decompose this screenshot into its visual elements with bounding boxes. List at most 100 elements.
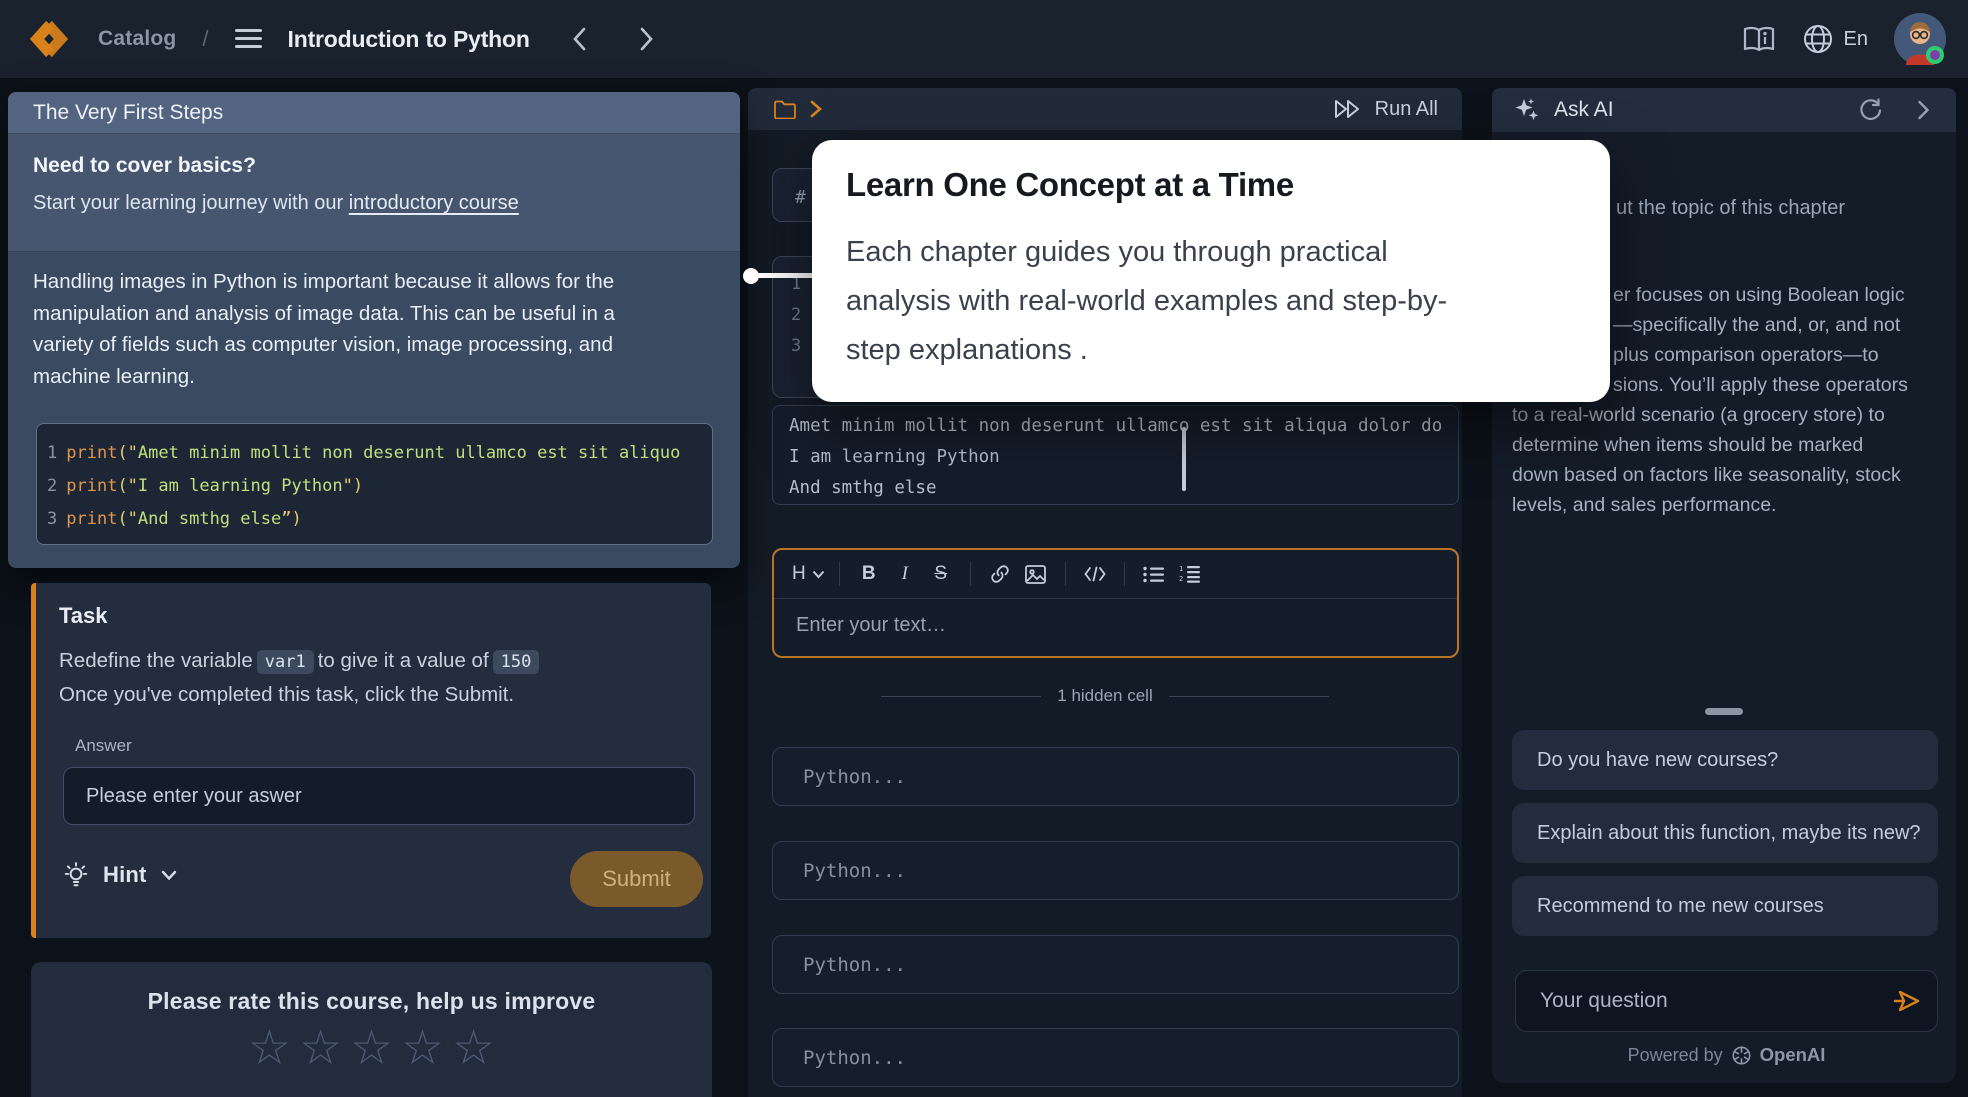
lightbulb-icon [63,861,89,889]
submit-button[interactable]: Submit [570,851,703,907]
send-question-button[interactable] [1893,988,1921,1014]
star-icon[interactable]: ☆ [401,1023,444,1073]
bullet-list-button[interactable] [1139,559,1169,589]
folder-icon[interactable] [774,100,796,119]
chapter-theory-card: The Very First Steps Need to cover basic… [8,92,740,568]
editor-body [774,599,1457,638]
breadcrumb-catalog[interactable]: Catalog [98,27,176,51]
star-icon[interactable]: ☆ [299,1023,342,1073]
svg-text:1: 1 [1179,565,1183,573]
notebook-toolbar: Run All [748,88,1462,130]
rich-text-editor: H B I S [772,548,1459,658]
italic-button[interactable]: I [890,559,920,589]
openai-brand: OpenAI [1760,1044,1826,1066]
rate-course-card: Please rate this course, help us improve… [31,962,712,1097]
powered-by-label: Powered by [1628,1045,1723,1066]
openai-logo-icon [1731,1045,1752,1066]
theory-code-line: 3print("And smthg else”) [47,503,712,536]
sparkles-icon [1514,97,1540,123]
python-cell[interactable]: Python... [772,841,1459,900]
python-cell[interactable]: Python... [772,1028,1459,1087]
hidden-cell-divider[interactable]: 1 hidden cell [748,686,1462,706]
chevron-down-icon [161,870,177,881]
tooltip-connector-dot [743,268,759,284]
basics-title: Need to cover basics? [33,134,740,178]
ask-ai-paragraph-line: determine when items should be marked [1512,434,1863,457]
toolbar-divider [1065,562,1066,586]
question-input[interactable] [1516,988,1893,1014]
code-icon [1084,566,1106,582]
python-cell[interactable]: Python... [772,747,1459,806]
introductory-course-link[interactable]: introductory course [349,192,519,214]
bold-button[interactable]: B [854,559,884,589]
svg-text:2: 2 [1179,575,1183,583]
task-instruction-line: Once you've completed this task, click t… [59,683,514,707]
reset-chat-icon[interactable] [1858,98,1883,123]
editor-text-input[interactable] [794,613,1418,638]
docs-book-icon[interactable] [1742,25,1776,53]
app: Catalog / Introduction to Python [0,0,1968,1097]
task-instruction-line: Redefine the variablevar1to give it a va… [59,649,543,673]
suggestion-chip[interactable]: Recommend to me new courses [1512,876,1938,936]
python-cell[interactable]: Python... [772,935,1459,994]
theory-paragraph: Handling images in Python is important b… [8,252,740,392]
ask-ai-title: Ask AI [1554,98,1614,122]
run-all-button[interactable]: Run All [1333,98,1438,121]
numbered-list-button[interactable]: 1 2 [1175,559,1205,589]
run-all-label: Run All [1375,98,1438,121]
ask-ai-paragraph-line: —specifically the and, or, and not [1613,314,1900,337]
tooltip-body: Each chapter guides you through practica… [846,228,1447,375]
link-icon [990,564,1010,584]
numbered-list-icon: 1 2 [1179,565,1201,583]
output-line: And smthg else [789,473,1458,504]
scrollbar-thumb[interactable] [1182,427,1186,491]
page-title: Introduction to Python [288,26,530,53]
language-label: En [1844,28,1868,51]
link-button[interactable] [985,559,1015,589]
next-chapter-button[interactable] [635,23,658,55]
onboarding-tooltip: Learn One Concept at a Time Each chapter… [812,140,1610,402]
brand-logo-icon[interactable] [26,18,72,60]
toolbar-divider [1124,562,1125,586]
suggestion-chip[interactable]: Explain about this function, maybe its n… [1512,803,1938,863]
ask-ai-paragraph-line: plus comparison operators—to [1613,344,1879,367]
globe-icon [1802,23,1834,55]
suggestion-chip[interactable]: Do you have new courses? [1512,730,1938,790]
toolbar-divider [839,562,840,586]
prev-chapter-button[interactable] [568,23,591,55]
image-icon [1025,565,1046,584]
ask-ai-paragraph-line: to a real-world scenario (a grocery stor… [1512,404,1885,427]
chapter-theory-header: The Very First Steps [8,92,740,134]
image-button[interactable] [1021,559,1051,589]
ask-ai-header: Ask AI [1492,88,1956,132]
task-title: Task [59,603,108,629]
task-card: Task Redefine the variablevar1to give it… [31,583,711,938]
ask-ai-paragraph-line: down based on factors like seasonality, … [1512,464,1901,487]
tooltip-connector-line [755,273,813,278]
panel-expand-chevron-icon[interactable] [810,100,822,118]
answer-label: Answer [75,736,132,756]
language-switcher[interactable]: En [1802,23,1868,55]
basics-text: Start your learning journey with our int… [33,192,740,215]
heading-button[interactable]: H [792,559,825,589]
question-input-wrap [1515,970,1938,1032]
theory-code-block: 1print("Amet minim mollit non deserunt u… [36,423,713,545]
code-chip: var1 [257,650,314,674]
suggestions-drag-handle[interactable] [1705,708,1743,715]
ask-ai-subtitle: ut the topic of this chapter [1616,197,1845,220]
hint-toggle[interactable]: Hint [63,861,177,889]
avatar[interactable] [1894,13,1946,65]
collapse-panel-chevron-icon[interactable] [1917,100,1930,120]
star-icon[interactable]: ☆ [248,1023,291,1073]
star-icon[interactable]: ☆ [452,1023,495,1073]
star-icon[interactable]: ☆ [350,1023,393,1073]
strikethrough-button[interactable]: S [926,559,956,589]
editor-toolbar: H B I S [774,550,1457,599]
chapter-list-icon[interactable] [235,29,262,49]
ask-ai-paragraph-line: er focuses on using Boolean logic [1613,284,1905,307]
code-button[interactable] [1080,559,1110,589]
chevron-down-icon [812,570,825,579]
code-chip: 150 [493,650,540,674]
answer-input[interactable] [63,767,695,825]
divider-line [881,696,1041,697]
